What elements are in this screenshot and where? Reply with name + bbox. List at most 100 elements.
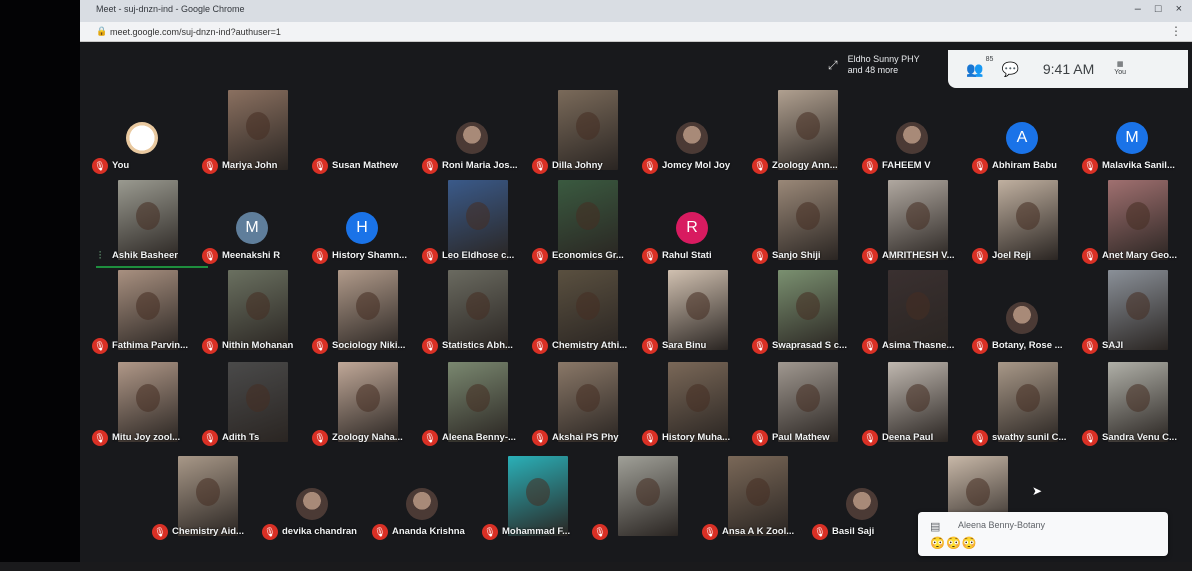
- participant-tile[interactable]: ⫶ Ashik Basheer: [88, 180, 208, 268]
- mic-muted-icon: 🎙: [202, 158, 218, 174]
- participant-name: Fathima Parvin...: [112, 340, 189, 351]
- maximize-button[interactable]: □: [1155, 3, 1162, 15]
- participant-name: Nithin Mohanan: [222, 340, 294, 351]
- chat-sender: Aleena Benny-Botany: [958, 520, 1046, 530]
- participant-video: [778, 180, 838, 260]
- you-label: You: [1114, 69, 1127, 76]
- lock-icon: 🔒: [96, 26, 108, 36]
- speaking-indicator: [96, 266, 208, 268]
- participant-video: [508, 456, 568, 536]
- participant-tile[interactable]: 🎙 swathy sunil C...: [968, 362, 1076, 450]
- participant-tile[interactable]: 🎙 Economics Gr...: [528, 180, 636, 268]
- browser-titlebar: Meet - suj-dnzn-ind - Google Chrome – □ …: [80, 0, 1192, 22]
- participant-name: Dilla Johny: [552, 160, 603, 171]
- mic-muted-icon: 🎙: [752, 248, 768, 264]
- participant-tile[interactable]: 🎙 Mariya John: [198, 90, 306, 178]
- participant-tile[interactable]: 🎙 Statistics Abh...: [418, 270, 526, 358]
- participant-video: [998, 362, 1058, 442]
- participant-video: [558, 270, 618, 350]
- participant-tile[interactable]: 🎙 Paul Mathew: [748, 362, 856, 450]
- address-bar[interactable]: 🔒 meet.google.com/suj-dnzn-ind?authuser=…: [80, 22, 1192, 42]
- mic-muted-icon: 🎙: [642, 430, 658, 446]
- participant-tile[interactable]: 🎙 Sociology Niki...: [308, 270, 416, 358]
- participant-tile[interactable]: 🎙 Joel Reji: [968, 180, 1076, 268]
- participant-tile[interactable]: 🎙 Mohammad F...: [478, 456, 586, 544]
- participant-tile[interactable]: 🎙 Akshai PS Phy: [528, 362, 636, 450]
- pin-icon[interactable]: ⤢: [828, 59, 838, 71]
- participant-tile[interactable]: H 🎙 History Shamn...: [308, 180, 416, 268]
- mic-muted-icon: 🎙: [642, 248, 658, 264]
- participant-video: [1108, 362, 1168, 442]
- participant-video: [228, 270, 288, 350]
- participant-tile[interactable]: 🎙 Chemistry Athi...: [528, 270, 636, 358]
- participant-name: Rahul Stati: [662, 250, 712, 261]
- participant-tile[interactable]: 🎙 Botany, Rose ...: [968, 270, 1076, 358]
- participant-tile[interactable]: 🎙 Anet Mary Geo...: [1078, 180, 1186, 268]
- mic-muted-icon: 🎙: [972, 158, 988, 174]
- participant-video: [888, 270, 948, 350]
- mic-muted-icon: 🎙: [482, 524, 498, 540]
- participant-name: Asima Thasne...: [882, 340, 955, 351]
- mic-muted-icon: 🎙: [422, 248, 438, 264]
- mic-active-icon: ⫶: [98, 250, 102, 262]
- participant-tile[interactable]: A 🎙 Abhiram Babu: [968, 90, 1076, 178]
- mic-muted-icon: 🎙: [1082, 158, 1098, 174]
- participant-tile[interactable]: 🎙 Zoology Ann...: [748, 90, 856, 178]
- participant-avatar: R: [676, 212, 708, 244]
- you-indicator[interactable]: ▦ You: [1114, 61, 1126, 77]
- close-button[interactable]: ×: [1176, 3, 1182, 15]
- participant-video: [448, 270, 508, 350]
- participant-tile[interactable]: 🎙 Deena Paul: [858, 362, 966, 450]
- kebab-menu-icon[interactable]: ⋮: [1170, 24, 1182, 38]
- participant-tile[interactable]: 🎙 SAJI: [1078, 270, 1186, 358]
- participant-tile[interactable]: 🎙 Aleena Benny-...: [418, 362, 526, 450]
- participant-tile[interactable]: M 🎙 Malavika Sanil...: [1078, 90, 1186, 178]
- participant-tile[interactable]: 🎙 Sandra Venu C...: [1078, 362, 1186, 450]
- participant-tile[interactable]: 🎙 Zoology Naha...: [308, 362, 416, 450]
- participant-tile[interactable]: 🎙 Dilla Johny: [528, 90, 636, 178]
- participant-tile[interactable]: 🎙 Leo Eldhose c...: [418, 180, 526, 268]
- participant-tile[interactable]: 🎙 Asima Thasne...: [858, 270, 966, 358]
- mic-muted-icon: 🎙: [812, 524, 828, 540]
- participant-tile[interactable]: 🎙 Swaprasad S c...: [748, 270, 856, 358]
- participant-tile[interactable]: M 🎙 Meenakshi R: [198, 180, 306, 268]
- mic-muted-icon: 🎙: [862, 338, 878, 354]
- participant-tile[interactable]: 🎙: [588, 456, 696, 544]
- participant-name: Ananda Krishna: [392, 526, 465, 537]
- url-text[interactable]: meet.google.com/suj-dnzn-ind?authuser=1: [110, 27, 281, 37]
- participant-video: [558, 90, 618, 170]
- participant-tile[interactable]: 🎙 Roni Maria Jos...: [418, 90, 526, 178]
- participant-tile[interactable]: 🎙 Basil Saji: [808, 456, 916, 544]
- mic-muted-icon: 🎙: [92, 430, 108, 446]
- participant-tile[interactable]: 🎙 Nithin Mohanan: [198, 270, 306, 358]
- participant-tile[interactable]: 🎙 Sara Binu: [638, 270, 746, 358]
- participant-name: Sociology Niki...: [332, 340, 406, 351]
- participant-tile[interactable]: 🎙 FAHEEM V: [858, 90, 966, 178]
- participant-tile[interactable]: 🎙 Fathima Parvin...: [88, 270, 196, 358]
- participant-tile[interactable]: 🎙 Chemistry Aid...: [148, 456, 256, 544]
- participant-tile[interactable]: 🎙 devika chandran: [258, 456, 366, 544]
- participant-tile[interactable]: 🎙 AMRITHESH V...: [858, 180, 966, 268]
- mic-muted-icon: 🎙: [152, 524, 168, 540]
- participant-name: Sanjo Shiji: [772, 250, 821, 261]
- participant-avatar: H: [346, 212, 378, 244]
- participant-tile[interactable]: 🎙 Mitu Joy zool...: [88, 362, 196, 450]
- chat-button[interactable]: 💬: [1001, 61, 1018, 78]
- participant-tile[interactable]: 🎙 Sanjo Shiji: [748, 180, 856, 268]
- participant-tile[interactable]: 🎙 History Muha...: [638, 362, 746, 450]
- participant-tile[interactable]: 🎙 Adith Ts: [198, 362, 306, 450]
- participant-tile[interactable]: 🎙 You: [88, 90, 196, 178]
- participant-video: [1108, 180, 1168, 260]
- minimize-button[interactable]: –: [1135, 3, 1141, 15]
- participant-tile[interactable]: 🎙 Susan Mathew: [308, 90, 416, 178]
- participant-tile[interactable]: 🎙 Ansa A K Zool...: [698, 456, 806, 544]
- chat-notification[interactable]: ▤ Aleena Benny-Botany 😳😳😳: [918, 512, 1168, 556]
- participant-tile[interactable]: R 🎙 Rahul Stati: [638, 180, 746, 268]
- participant-name: History Muha...: [662, 432, 731, 443]
- mic-muted-icon: 🎙: [862, 248, 878, 264]
- mic-muted-icon: 🎙: [372, 524, 388, 540]
- people-button[interactable]: 👥 85: [966, 56, 993, 78]
- participant-photo: [1006, 302, 1038, 334]
- participant-tile[interactable]: 🎙 Jomcy Mol Joy: [638, 90, 746, 178]
- participant-tile[interactable]: 🎙 Ananda Krishna: [368, 456, 476, 544]
